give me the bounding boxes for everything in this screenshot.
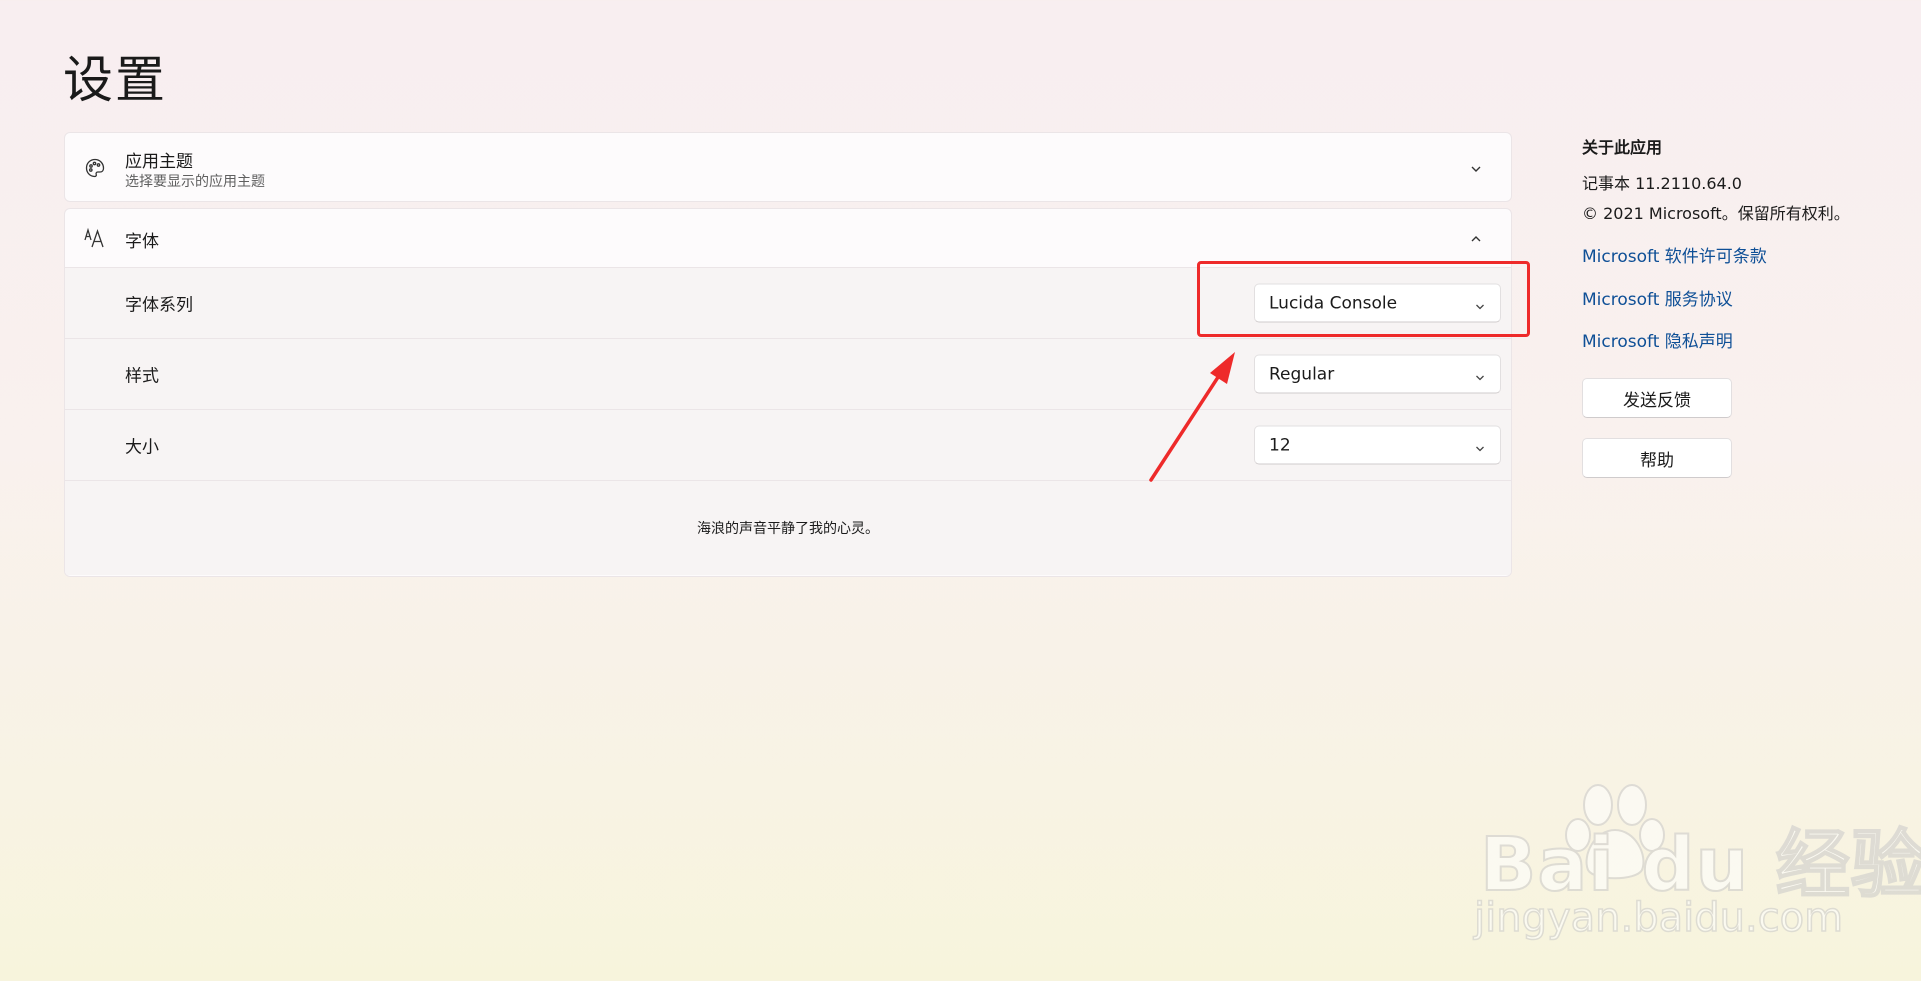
font-size-label: 大小 — [125, 437, 159, 458]
font-style-row: 样式 Regular — [65, 339, 1511, 410]
palette-icon — [83, 156, 107, 180]
font-style-dropdown[interactable]: Regular — [1254, 354, 1501, 394]
license-terms-link[interactable]: Microsoft 软件许可条款 — [1582, 242, 1767, 267]
copyright-text: © 2021 Microsoft。保留所有权利。 — [1582, 204, 1850, 223]
chevron-down-icon — [1474, 297, 1486, 309]
app-theme-expander[interactable]: 应用主题 选择要显示的应用主题 — [64, 132, 1512, 202]
font-preview: 海浪的声音平静了我的心灵。 — [65, 481, 1511, 575]
font-title: 字体 — [125, 232, 159, 252]
chevron-down-icon — [1474, 439, 1486, 451]
chevron-up-icon[interactable] — [1469, 231, 1483, 245]
chevron-down-icon[interactable] — [1469, 161, 1483, 175]
font-header[interactable]: 字体 — [65, 209, 1511, 268]
font-family-label: 字体系列 — [125, 295, 193, 316]
chevron-down-icon — [1474, 368, 1486, 380]
watermark-main-text: Bai du 经验 — [1479, 821, 1921, 909]
services-agreement-link[interactable]: Microsoft 服务协议 — [1582, 285, 1733, 310]
app-theme-subtitle: 选择要显示的应用主题 — [125, 174, 265, 190]
font-preview-text: 海浪的声音平静了我的心灵。 — [697, 521, 879, 537]
app-theme-header[interactable]: 应用主题 选择要显示的应用主题 — [65, 133, 1511, 203]
about-heading: 关于此应用 — [1582, 138, 1663, 157]
font-style-label: 样式 — [125, 366, 159, 387]
help-button[interactable]: 帮助 — [1582, 438, 1732, 478]
baidu-jingyan-watermark: Bai du 经验 jingyan.baidu.com — [1470, 775, 1921, 945]
font-family-row: 字体系列 Lucida Console — [65, 268, 1511, 339]
app-theme-title: 应用主题 — [125, 152, 193, 172]
font-expander: 字体 字体系列 Lucida Console 样式 Regular 大小 12 … — [64, 208, 1512, 577]
privacy-statement-link[interactable]: Microsoft 隐私声明 — [1582, 327, 1733, 352]
font-size-row: 大小 12 — [65, 410, 1511, 481]
font-family-value: Lucida Console — [1269, 293, 1398, 313]
send-feedback-button[interactable]: 发送反馈 — [1582, 378, 1732, 418]
font-size-dropdown[interactable]: 12 — [1254, 425, 1501, 465]
watermark-url-text: jingyan.baidu.com — [1473, 894, 1844, 942]
font-style-value: Regular — [1269, 364, 1335, 384]
app-version: 记事本 11.2110.64.0 — [1582, 174, 1742, 193]
paw-logo-icon — [1565, 784, 1665, 880]
font-size-icon — [83, 226, 107, 250]
font-size-value: 12 — [1269, 435, 1291, 455]
page-title: 设置 — [63, 51, 167, 109]
about-section: 关于此应用 记事本 11.2110.64.0 © 2021 Microsoft。… — [1582, 134, 1902, 478]
font-family-dropdown[interactable]: Lucida Console — [1254, 283, 1501, 323]
